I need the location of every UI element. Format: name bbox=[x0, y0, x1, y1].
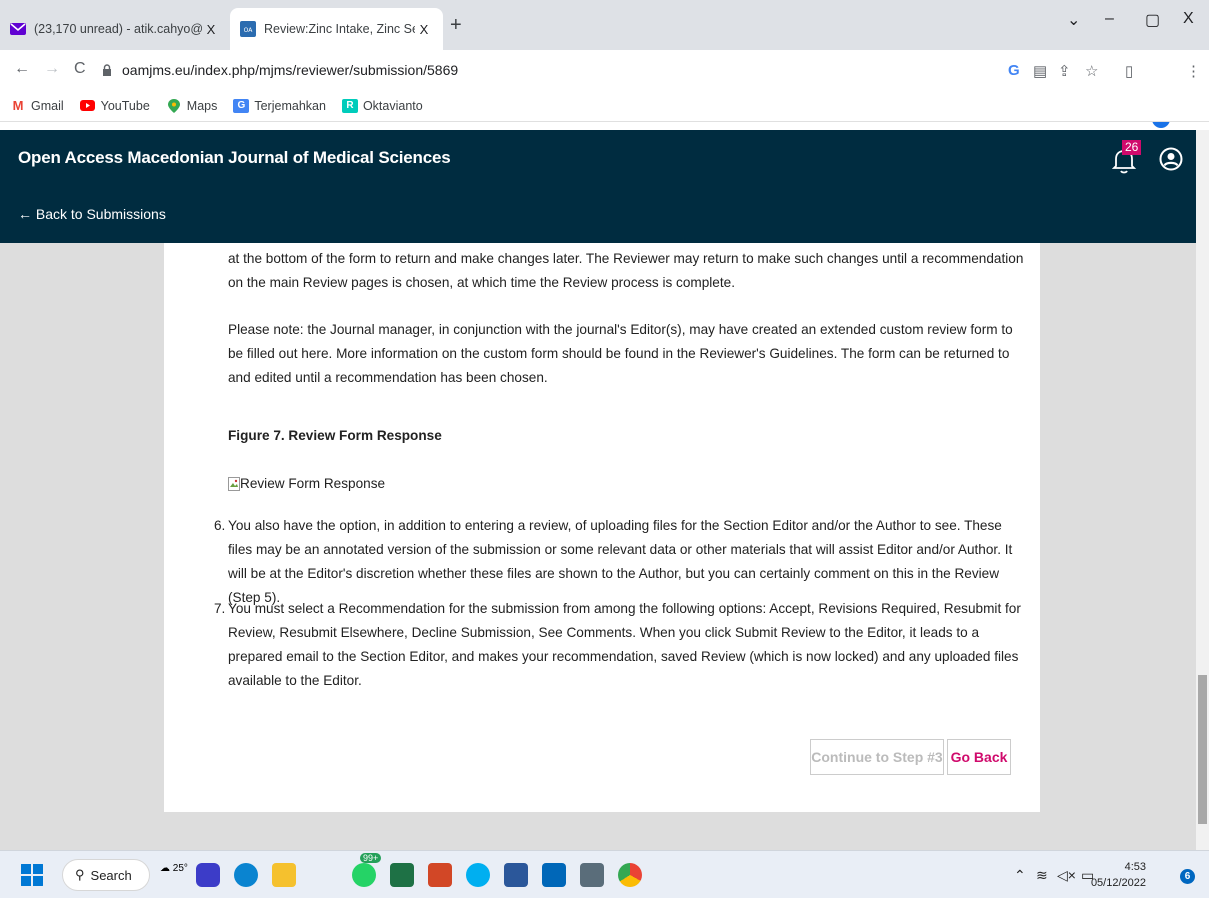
youtube-icon bbox=[80, 99, 96, 113]
taskbar: ⚲ Search ☁ 25° 99+ ⌃ ≋ ◁× ▭ 4:53 05/12/2… bbox=[0, 850, 1209, 898]
teams-icon[interactable] bbox=[196, 863, 220, 887]
google-icon[interactable]: G bbox=[1008, 62, 1020, 79]
mail-icon bbox=[10, 21, 26, 37]
bookmarks-bar: M Gmail YouTube Maps G Terjemahkan R Okt… bbox=[0, 90, 1209, 122]
search-icon: ⚲ bbox=[75, 867, 85, 882]
svg-text:OA: OA bbox=[244, 27, 254, 34]
list-number: 7. bbox=[214, 601, 226, 616]
tab-search-button[interactable]: ⌄ bbox=[1067, 10, 1080, 30]
tab-title: Review:Zinc Intake, Zinc Serum Le bbox=[264, 22, 415, 36]
scrollbar-thumb[interactable] bbox=[1198, 675, 1207, 824]
share-icon[interactable]: ⇪ bbox=[1058, 62, 1071, 80]
notification-badge: 26 bbox=[1122, 140, 1142, 155]
figure-caption: Figure 7. Review Form Response bbox=[228, 428, 442, 443]
tab-close-button[interactable]: X bbox=[202, 22, 220, 37]
list-number: 6. bbox=[214, 518, 226, 533]
browser-tab-bar: (23,170 unread) - atik.cahyo@yah X OA Re… bbox=[0, 0, 1209, 50]
tab-close-button[interactable]: X bbox=[415, 22, 433, 37]
taskbar-search[interactable]: ⚲ Search bbox=[62, 859, 150, 891]
bookmark-translate[interactable]: G Terjemahkan bbox=[233, 98, 326, 113]
clock[interactable]: 4:53 05/12/2022 bbox=[1090, 859, 1146, 891]
tab-gmail[interactable]: (23,170 unread) - atik.cahyo@yah X bbox=[0, 8, 230, 50]
bookmark-star-icon[interactable]: ☆ bbox=[1085, 62, 1098, 80]
user-icon[interactable] bbox=[1159, 147, 1183, 171]
file-explorer-icon[interactable] bbox=[272, 863, 296, 887]
list-text: You must select a Recommendation for the… bbox=[228, 601, 1021, 688]
menu-icon[interactable]: ⋮ bbox=[1186, 62, 1201, 80]
skype-icon[interactable] bbox=[466, 863, 490, 887]
whatsapp-badge: 99+ bbox=[360, 853, 382, 863]
researchgate-icon: R bbox=[341, 98, 358, 113]
chevron-up-icon[interactable]: ⌃ bbox=[1014, 867, 1026, 884]
chrome-icon[interactable] bbox=[618, 863, 642, 887]
side-panel-icon[interactable]: ▯ bbox=[1125, 62, 1133, 80]
tab-title: (23,170 unread) - atik.cahyo@yah bbox=[34, 22, 202, 36]
notification-center-badge[interactable]: 6 bbox=[1180, 869, 1195, 884]
bookmark-label: Oktavianto bbox=[362, 98, 423, 113]
maps-icon bbox=[166, 98, 182, 113]
image-alt-text: Review Form Response bbox=[240, 476, 386, 491]
cloud-icon: ☁ bbox=[160, 863, 170, 874]
note-paragraph: Please note: the Journal manager, in con… bbox=[228, 322, 1013, 385]
journal-title[interactable]: Open Access Macedonian Journal of Medica… bbox=[18, 148, 451, 168]
word-icon[interactable] bbox=[504, 863, 528, 887]
restore-button[interactable]: ▢ bbox=[1145, 10, 1160, 30]
speaker-icon[interactable]: ◁× bbox=[1057, 867, 1076, 884]
continue-button[interactable]: Continue to Step #3 bbox=[810, 739, 944, 775]
excel-icon[interactable] bbox=[390, 863, 414, 887]
list-item: 7. You must select a Recommendation for … bbox=[214, 597, 1024, 693]
bookmark-youtube[interactable]: YouTube bbox=[80, 99, 150, 113]
clock-time: 4:53 bbox=[1124, 861, 1146, 873]
search-label: Search bbox=[90, 867, 132, 883]
bookmark-label: Gmail bbox=[31, 98, 64, 113]
clock-date: 05/12/2022 bbox=[1090, 877, 1146, 889]
edge-icon[interactable] bbox=[234, 863, 258, 887]
lock-icon bbox=[102, 64, 114, 76]
list-text: You also have the option, in addition to… bbox=[228, 518, 1013, 605]
powerpoint-icon[interactable] bbox=[428, 863, 452, 887]
camera-icon[interactable] bbox=[580, 863, 604, 887]
windows-start-icon[interactable] bbox=[20, 863, 44, 887]
gmail-icon: M bbox=[12, 98, 24, 113]
site-header: Open Access Macedonian Journal of Medica… bbox=[0, 130, 1196, 243]
bookmark-label: Maps bbox=[186, 98, 218, 113]
translate-icon: G bbox=[233, 98, 250, 113]
oamjms-icon: OA bbox=[240, 21, 256, 37]
bookmark-maps[interactable]: Maps bbox=[166, 98, 218, 113]
weather-temp: 25° bbox=[172, 863, 188, 874]
close-window-button[interactable]: X bbox=[1183, 10, 1194, 28]
bookmark-label: YouTube bbox=[100, 98, 150, 113]
back-to-submissions-link[interactable]: ← Back to Submissions bbox=[18, 206, 166, 222]
bookmark-oktavianto[interactable]: R Oktavianto bbox=[341, 98, 423, 113]
url-text: oamjms.eu/index.php/mjms/reviewer/submis… bbox=[122, 62, 459, 78]
new-tab-button[interactable]: + bbox=[450, 14, 462, 37]
forward-arrow-icon[interactable]: → bbox=[44, 60, 60, 78]
bookmark-gmail[interactable]: M Gmail bbox=[10, 98, 64, 113]
review-form-response-image: Review Form Response bbox=[228, 472, 1028, 496]
tab-review[interactable]: OA Review:Zinc Intake, Zinc Serum Le X bbox=[230, 8, 443, 50]
browser-toolbar: ← → C oamjms.eu/index.php/mjms/reviewer/… bbox=[0, 50, 1209, 128]
minimize-button[interactable]: – bbox=[1105, 10, 1114, 28]
list-item: 6. You also have the option, in addition… bbox=[214, 514, 1024, 610]
address-bar[interactable]: oamjms.eu/index.php/mjms/reviewer/submis… bbox=[102, 55, 992, 85]
broken-image-icon bbox=[228, 477, 240, 491]
instructions-paragraph: at the bottom of the form to return and … bbox=[228, 251, 1024, 290]
app-icon[interactable] bbox=[542, 863, 566, 887]
bookmark-label: Terjemahkan bbox=[254, 98, 326, 113]
weather-widget[interactable]: ☁ 25° bbox=[160, 863, 188, 874]
translate-page-icon[interactable]: ▤ bbox=[1033, 62, 1047, 80]
go-back-button[interactable]: Go Back bbox=[947, 739, 1011, 775]
back-arrow-icon[interactable]: ← bbox=[14, 60, 30, 78]
whatsapp-icon[interactable] bbox=[352, 863, 376, 887]
wifi-icon[interactable]: ≋ bbox=[1036, 867, 1048, 884]
reload-icon[interactable]: C bbox=[74, 60, 86, 78]
